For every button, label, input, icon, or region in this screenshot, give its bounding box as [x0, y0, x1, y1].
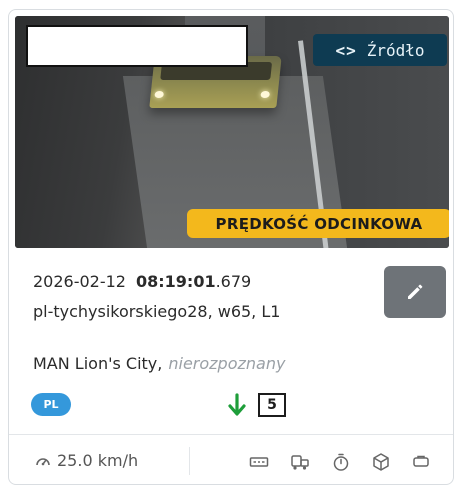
- lane-number: 5: [258, 393, 286, 417]
- timer-icon[interactable]: [331, 452, 351, 472]
- redacted-overlay: [26, 25, 248, 67]
- record-date: 2026-02-12: [33, 272, 126, 291]
- vehicle-make-model: MAN Lion's City,: [33, 354, 163, 373]
- record-time: 08:19:01: [135, 272, 216, 291]
- vehicle-class-icon[interactable]: [290, 452, 310, 472]
- source-button-label: Źródło: [366, 40, 425, 60]
- vehicle-status: nierozpoznany: [168, 354, 286, 373]
- source-button[interactable]: <> Źródło: [313, 34, 447, 66]
- record-info: 2026-02-12 08:19:01.679 pl-tychysikorskie…: [9, 248, 453, 434]
- speed-value: 25.0 km/h: [57, 451, 139, 470]
- code-brackets-icon: <>: [335, 40, 357, 60]
- edit-button[interactable]: [384, 266, 446, 318]
- pencil-icon: [408, 284, 423, 299]
- section-speed-badge: PRĘDKOŚĆ ODCINKOWA: [187, 209, 449, 238]
- 3d-box-icon[interactable]: [371, 452, 391, 472]
- record-ms: .679: [215, 272, 252, 291]
- card-footer: 25.0 km/h: [9, 434, 453, 484]
- speedometer-icon: [36, 457, 50, 465]
- tag-icon[interactable]: [411, 452, 431, 472]
- footer-divider: [189, 447, 190, 475]
- detection-card[interactable]: <> Źródło PRĘDKOŚĆ ODCINKOWA 2026-02-12 0…: [8, 9, 454, 485]
- record-location: pl-tychysikorskiego28, w65, L1: [33, 302, 281, 321]
- vehicle-info: MAN Lion's City, nierozpoznany: [33, 354, 285, 373]
- country-badge: PL: [31, 393, 71, 416]
- timestamp: 2026-02-12 08:19:01.679: [33, 272, 251, 291]
- arrow-down-icon: [228, 393, 246, 416]
- measured-speed: 25.0 km/h: [35, 451, 138, 470]
- vehicle-photo[interactable]: <> Źródło PRĘDKOŚĆ ODCINKOWA: [15, 16, 449, 248]
- plate-icon[interactable]: [249, 452, 269, 472]
